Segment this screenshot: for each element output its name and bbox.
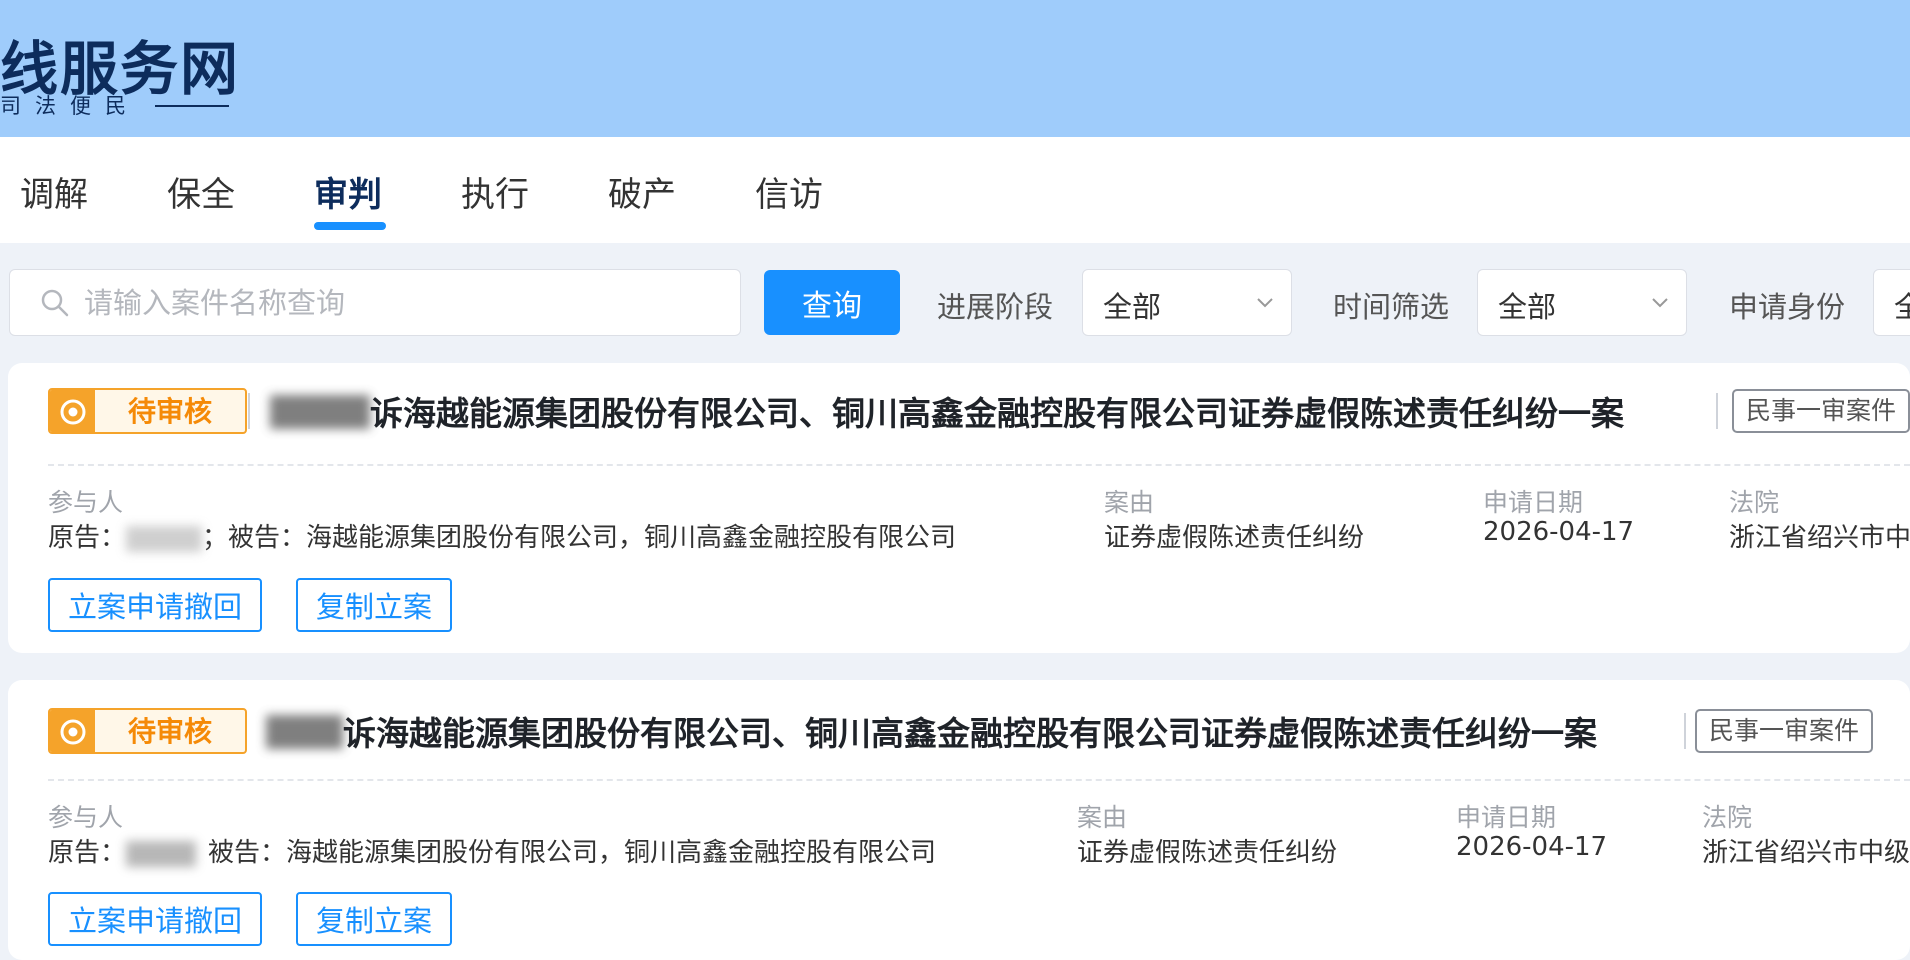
status-text: 待审核 (127, 395, 212, 428)
title-separator (1716, 393, 1718, 429)
court-value: 浙江省绍兴市中 (1729, 523, 1910, 553)
case-title[interactable]: 诉海越能源集团股份有限公司、铜川高鑫金融控股有限公司证券虚假陈述责任纠纷一案 (343, 707, 1597, 755)
identity-select-value: 全 (1894, 290, 1910, 324)
date-label: 申请日期 (1483, 488, 1584, 517)
case-type-tag: 民事一审案件 (1695, 709, 1874, 753)
cause-label: 案由 (1077, 803, 1128, 832)
redacted-plaintiff (126, 525, 203, 552)
identity-filter-label: 申请身份 (1729, 290, 1846, 324)
case-type-tag: 民事一审案件 (1732, 389, 1910, 433)
stage-select[interactable]: 全部 (1082, 269, 1292, 336)
cause-value: 证券虚假陈述责任纠纷 (1077, 838, 1338, 868)
tab-petition[interactable]: 信访 (755, 167, 823, 216)
plaintiff-prefix: 原告： (48, 523, 127, 553)
tab-bar: 调解 保全 审判 执行 破产 信访 (0, 137, 1910, 243)
case-title[interactable]: 诉海越能源集团股份有限公司、铜川高鑫金融控股有限公司证券虚假陈述责任纠纷一案 (370, 387, 1624, 435)
search-icon (41, 289, 69, 317)
redacted-name (270, 395, 370, 429)
defendant-prefix: 被告： (228, 523, 307, 553)
time-filter-label: 时间筛选 (1333, 290, 1450, 324)
participants-value: 原告： ；被告：海越能源集团股份有限公司，铜川高鑫金融控股有限公司 (48, 517, 956, 554)
court-label: 法院 (1702, 803, 1753, 832)
chevron-down-icon (1257, 298, 1273, 308)
slogan-divider (155, 105, 229, 107)
copy-filing-button[interactable]: 复制立案 (296, 578, 453, 632)
cause-label: 案由 (1104, 488, 1155, 517)
pending-clock-icon (60, 399, 86, 425)
participants-label: 参与人 (48, 488, 124, 517)
status-badge: 待审核 (48, 708, 247, 754)
time-select-value: 全部 (1498, 290, 1557, 324)
date-value: 2026-04-17 (1483, 517, 1635, 547)
tab-bankruptcy[interactable]: 破产 (608, 167, 676, 216)
withdraw-filing-button[interactable]: 立案申请撤回 (48, 578, 263, 632)
date-value: 2026-04-17 (1456, 832, 1608, 862)
site-slogan: 司法便民 (0, 94, 140, 118)
card-divider (48, 464, 1910, 466)
stage-filter-label: 进展阶段 (937, 290, 1054, 324)
defendants: 海越能源集团股份有限公司，铜川高鑫金融控股有限公司 (306, 523, 957, 553)
tab-trial[interactable]: 审判 (314, 167, 382, 216)
defendants: 海越能源集团股份有限公司，铜川高鑫金融控股有限公司 (286, 838, 937, 868)
date-label: 申请日期 (1456, 803, 1557, 832)
chevron-down-icon (1652, 298, 1668, 308)
active-tab-indicator (314, 222, 386, 230)
case-card: 待审核 诉海越能源集团股份有限公司、铜川高鑫金融控股有限公司证券虚假陈述责任纠纷… (8, 363, 1910, 653)
status-text: 待审核 (127, 715, 212, 748)
withdraw-filing-button[interactable]: 立案申请撤回 (48, 892, 263, 946)
participants-value: 原告： 被告：海越能源集团股份有限公司，铜川高鑫金融控股有限公司 (48, 832, 936, 869)
case-card: 待审核 诉海越能源集团股份有限公司、铜川高鑫金融控股有限公司证券虚假陈述责任纠纷… (8, 680, 1910, 960)
tab-execution[interactable]: 执行 (461, 167, 529, 216)
cause-value: 证券虚假陈述责任纠纷 (1104, 523, 1365, 553)
title-separator (248, 393, 250, 429)
copy-filing-button[interactable]: 复制立案 (296, 892, 453, 946)
time-select[interactable]: 全部 (1477, 269, 1687, 336)
plaintiff-suffix: ； (202, 523, 229, 553)
tab-mediation[interactable]: 调解 (20, 167, 88, 216)
tab-preservation[interactable]: 保全 (167, 167, 235, 216)
search-box (9, 269, 741, 336)
court-value: 浙江省绍兴市中级 (1702, 838, 1910, 868)
participants-label: 参与人 (48, 803, 124, 832)
court-label: 法院 (1729, 488, 1780, 517)
pending-clock-icon (60, 719, 86, 745)
stage-select-value: 全部 (1103, 290, 1162, 324)
title-separator (1684, 713, 1686, 749)
card-divider (48, 779, 1910, 781)
redacted-plaintiff (126, 840, 197, 867)
plaintiff-prefix: 原告： (48, 838, 127, 868)
identity-select[interactable]: 全 (1873, 269, 1910, 336)
query-button[interactable]: 查询 (764, 270, 900, 335)
redacted-name (266, 715, 343, 749)
site-header: 线服务网 司法便民 (0, 0, 1910, 137)
status-badge: 待审核 (48, 388, 247, 434)
search-input[interactable] (82, 270, 722, 335)
defendant-prefix: 被告： (208, 838, 287, 868)
